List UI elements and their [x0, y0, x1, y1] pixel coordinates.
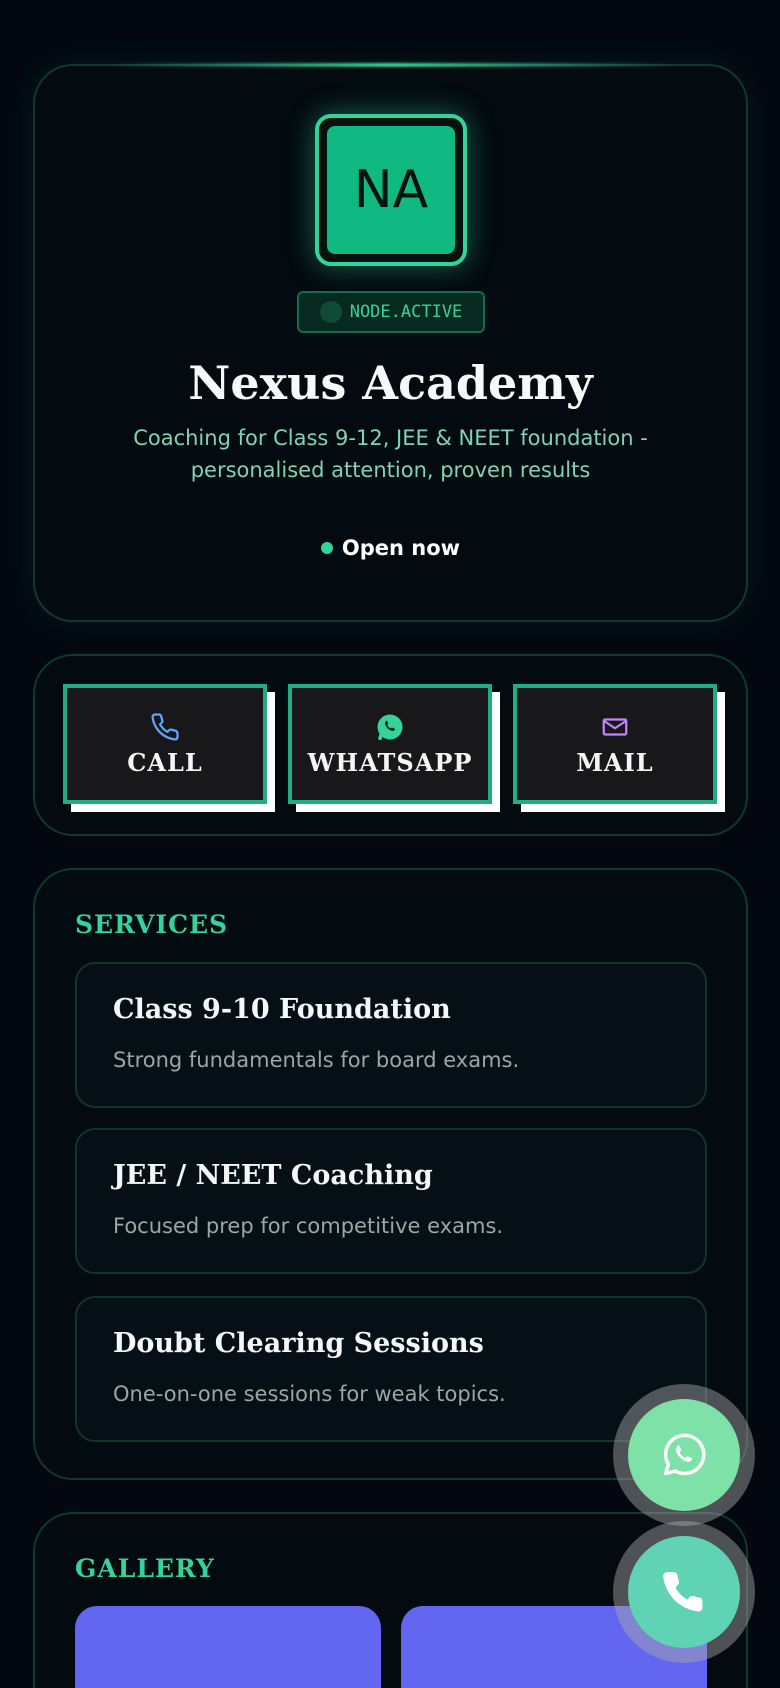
service-desc: Focused prep for competitive exams.: [113, 1214, 504, 1238]
service-desc: One-on-one sessions for weak topics.: [113, 1382, 506, 1406]
contact-actions: CALL WHATSAPP MAIL: [33, 654, 748, 836]
mail-button[interactable]: MAIL: [513, 684, 717, 804]
gallery-heading: GALLERY: [75, 1554, 215, 1583]
logo-initials: NA: [327, 126, 455, 254]
phone-icon: [151, 712, 179, 740]
service-item[interactable]: JEE / NEET Coaching Focused prep for com…: [75, 1128, 707, 1274]
mail-icon: [602, 717, 628, 736]
status-dot-icon: [319, 301, 342, 323]
status-badge: NODE.ACTIVE: [297, 291, 485, 333]
services-heading: SERVICES: [75, 910, 229, 939]
whatsapp-button-label: WHATSAPP: [307, 747, 473, 777]
page: NA NODE.ACTIVE Nexus Academy Coaching fo…: [0, 0, 780, 1688]
open-dot-icon: [320, 542, 333, 554]
card-glow: [105, 63, 680, 67]
service-title: Class 9-10 Foundation: [113, 994, 451, 1025]
floating-call-ring: [613, 1521, 755, 1663]
floating-call-button[interactable]: [628, 1536, 740, 1648]
status-badge-label: NODE.ACTIVE: [349, 302, 463, 322]
service-desc: Strong fundamentals for board exams.: [113, 1048, 520, 1072]
call-button[interactable]: CALL: [63, 684, 267, 804]
mail-button-label: MAIL: [576, 747, 654, 777]
service-item[interactable]: Doubt Clearing Sessions One-on-one sessi…: [75, 1296, 707, 1442]
phone-icon: [663, 1572, 703, 1612]
gallery-image[interactable]: [75, 1606, 381, 1688]
page-title: Nexus Academy: [188, 356, 593, 410]
logo: NA: [315, 114, 467, 266]
profile-card: NA NODE.ACTIVE Nexus Academy Coaching fo…: [33, 63, 748, 622]
open-status: Open now: [35, 536, 746, 560]
floating-whatsapp-ring: [613, 1384, 755, 1526]
whatsapp-button[interactable]: WHATSAPP: [288, 684, 492, 804]
service-title: JEE / NEET Coaching: [113, 1160, 433, 1191]
service-item[interactable]: Class 9-10 Foundation Strong fundamental…: [75, 962, 707, 1108]
page-subtitle: Coaching for Class 9-12, JEE & NEET foun…: [133, 426, 648, 482]
floating-whatsapp-button[interactable]: [628, 1399, 740, 1511]
whatsapp-icon: [663, 1433, 706, 1476]
open-status-label: Open now: [341, 536, 461, 560]
services-section: SERVICES Class 9-10 Foundation Strong fu…: [33, 868, 748, 1480]
whatsapp-icon: [377, 714, 403, 740]
service-title: Doubt Clearing Sessions: [113, 1328, 484, 1359]
call-button-label: CALL: [127, 747, 203, 777]
